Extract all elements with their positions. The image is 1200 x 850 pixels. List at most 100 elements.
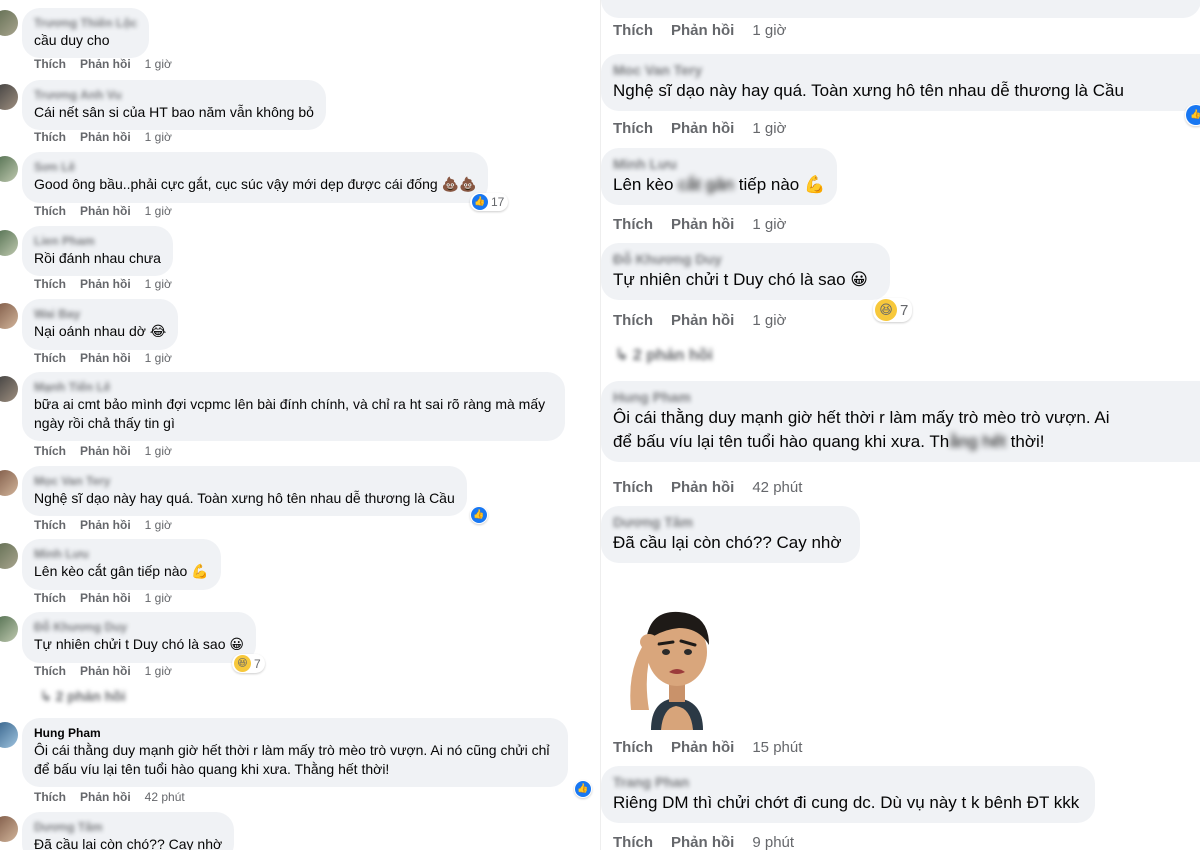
comment-bubble: Moc Van Tery Nghệ sĩ dạo này hay quá. To… bbox=[601, 54, 1200, 111]
like-button[interactable]: Thích bbox=[34, 351, 66, 365]
like-button[interactable]: Thích bbox=[613, 312, 653, 329]
commenter-name[interactable]: Dương Tâm bbox=[34, 819, 222, 835]
avatar[interactable] bbox=[0, 616, 18, 642]
comment-time[interactable]: 1 giờ bbox=[752, 312, 786, 329]
like-button[interactable]: Thích bbox=[34, 444, 66, 458]
like-button[interactable]: Thích bbox=[613, 834, 653, 850]
comment-actions: Thích Phản hồi 1 giờ bbox=[34, 518, 186, 532]
like-button[interactable]: Thích bbox=[34, 57, 66, 71]
reply-button[interactable]: Phản hồi bbox=[80, 277, 131, 291]
commenter-name[interactable]: Đỗ Khương Duy bbox=[34, 619, 244, 635]
reply-button[interactable]: Phản hồi bbox=[671, 22, 734, 39]
reply-button[interactable]: Phản hồi bbox=[80, 591, 131, 605]
reaction-summary[interactable]: 😆 7 bbox=[232, 654, 265, 673]
comment-time[interactable]: 1 giờ bbox=[145, 444, 172, 458]
haha-reaction-icon: 😆 bbox=[234, 655, 251, 672]
commenter-name[interactable]: Mạnh Tiến Lê bbox=[34, 379, 545, 395]
comment-time[interactable]: 1 giờ bbox=[145, 57, 172, 71]
reaction-summary[interactable]: 👍 bbox=[1185, 104, 1200, 126]
avatar[interactable] bbox=[0, 230, 18, 256]
comment-time[interactable]: 1 giờ bbox=[145, 664, 172, 678]
reply-button[interactable]: Phản hồi bbox=[671, 216, 734, 233]
comment-time[interactable]: 1 giờ bbox=[145, 130, 172, 144]
commenter-name[interactable]: Dương Tâm bbox=[613, 513, 842, 531]
left-comment-panel: Trương Thiên Lộc cầu duy cho Thích Phản h… bbox=[0, 0, 600, 850]
comment-bubble: Mọc Van Tery Nghệ sĩ dạo này hay quá. To… bbox=[22, 466, 467, 516]
comment-time[interactable]: 1 giờ bbox=[145, 204, 172, 218]
comment-time[interactable]: 42 phút bbox=[752, 479, 802, 496]
reply-button[interactable]: Phản hồi bbox=[80, 204, 131, 218]
comment-time[interactable]: 42 phút bbox=[145, 790, 185, 804]
comment-time[interactable]: 1 giờ bbox=[145, 277, 172, 291]
comment-actions: Thích Phản hồi 1 giờ bbox=[34, 351, 186, 365]
comment-actions: Thích Phản hồi 9 phút bbox=[613, 834, 812, 850]
avatar[interactable] bbox=[0, 543, 18, 569]
comment-time[interactable]: 1 giờ bbox=[145, 351, 172, 365]
reaction-summary[interactable]: 👍 bbox=[574, 780, 592, 798]
like-button[interactable]: Thích bbox=[613, 120, 653, 137]
comment-time[interactable]: 1 giờ bbox=[752, 22, 786, 39]
reaction-summary[interactable]: 👍 bbox=[470, 506, 488, 524]
like-button[interactable]: Thích bbox=[613, 479, 653, 496]
like-button[interactable]: Thích bbox=[613, 22, 653, 39]
like-button[interactable]: Thích bbox=[613, 216, 653, 233]
commenter-name[interactable]: Minh Lưu bbox=[34, 546, 209, 562]
avatar[interactable] bbox=[0, 303, 18, 329]
like-button[interactable]: Thích bbox=[34, 664, 66, 678]
reply-button[interactable]: Phản hồi bbox=[80, 790, 131, 804]
commenter-name[interactable]: Đỗ Khương Duy bbox=[613, 250, 868, 268]
commenter-name[interactable]: Trương Thiên Lộc bbox=[34, 15, 137, 31]
avatar[interactable] bbox=[0, 816, 18, 842]
like-button[interactable]: Thích bbox=[34, 790, 66, 804]
reply-button[interactable]: Phản hồi bbox=[80, 130, 131, 144]
avatar[interactable] bbox=[0, 84, 18, 110]
reply-button[interactable]: Phản hồi bbox=[671, 312, 734, 329]
memoji-sticker[interactable] bbox=[621, 600, 731, 730]
view-replies-link[interactable]: ↳ 2 phản hồi bbox=[615, 345, 713, 365]
commenter-name[interactable]: Moc Van Tery bbox=[613, 61, 1189, 79]
reaction-summary[interactable]: 😆 7 bbox=[873, 298, 913, 322]
comment-time[interactable]: 1 giờ bbox=[145, 591, 172, 605]
commenter-name[interactable]: Wai Bay bbox=[34, 306, 166, 322]
like-button[interactable]: Thích bbox=[613, 739, 653, 756]
avatar[interactable] bbox=[0, 376, 18, 402]
view-replies-link[interactable]: ↳ 2 phản hồi bbox=[40, 688, 126, 705]
avatar[interactable] bbox=[0, 10, 18, 36]
commenter-name[interactable]: Mọc Van Tery bbox=[34, 473, 455, 489]
reply-button[interactable]: Phản hồi bbox=[80, 57, 131, 71]
reaction-summary[interactable]: 👍 17 bbox=[470, 193, 509, 211]
like-button[interactable]: Thích bbox=[34, 130, 66, 144]
reply-button[interactable]: Phản hồi bbox=[80, 664, 131, 678]
reply-button[interactable]: Phản hồi bbox=[671, 479, 734, 496]
comment-time[interactable]: 9 phút bbox=[752, 834, 794, 850]
commenter-name[interactable]: Minh Lưu bbox=[613, 155, 825, 173]
comment-time[interactable]: 15 phút bbox=[752, 739, 802, 756]
commenter-name[interactable]: Lien Pham bbox=[34, 233, 161, 249]
reply-button[interactable]: Phản hồi bbox=[671, 834, 734, 850]
reply-button[interactable]: Phản hồi bbox=[80, 351, 131, 365]
commenter-name[interactable]: Hung Pham bbox=[34, 725, 550, 741]
reply-button[interactable]: Phản hồi bbox=[80, 518, 131, 532]
commenter-name[interactable]: Hung Pham bbox=[613, 388, 1189, 406]
comment-time[interactable]: 1 giờ bbox=[752, 120, 786, 137]
like-button[interactable]: Thích bbox=[34, 277, 66, 291]
reply-button[interactable]: Phản hồi bbox=[671, 739, 734, 756]
commenter-name[interactable]: Trương Anh Vu bbox=[34, 87, 314, 103]
reply-button[interactable]: Phản hồi bbox=[80, 444, 131, 458]
commenter-name[interactable]: Sơn Lê bbox=[34, 159, 476, 175]
comment-time[interactable]: 1 giờ bbox=[752, 216, 786, 233]
avatar[interactable] bbox=[0, 156, 18, 182]
commenter-name[interactable]: Trang Phan bbox=[613, 773, 1079, 791]
avatar[interactable] bbox=[0, 722, 18, 748]
like-button[interactable]: Thích bbox=[34, 591, 66, 605]
like-button[interactable]: Thích bbox=[34, 518, 66, 532]
like-button[interactable]: Thích bbox=[34, 204, 66, 218]
like-reaction-icon: 👍 bbox=[472, 194, 488, 210]
comment-time[interactable]: 1 giờ bbox=[145, 518, 172, 532]
reply-button[interactable]: Phản hồi bbox=[671, 120, 734, 137]
comment-text: cầu duy cho bbox=[34, 32, 110, 48]
comment-bubble: Trương Thiên Lộc cầu duy cho bbox=[22, 8, 150, 58]
comment-actions: Thích Phản hồi 15 phút bbox=[613, 739, 820, 756]
avatar[interactable] bbox=[0, 470, 18, 496]
right-comment-panel: Thích Phản hồi 1 giờ Moc Van Tery Nghệ sĩ … bbox=[600, 0, 1200, 850]
